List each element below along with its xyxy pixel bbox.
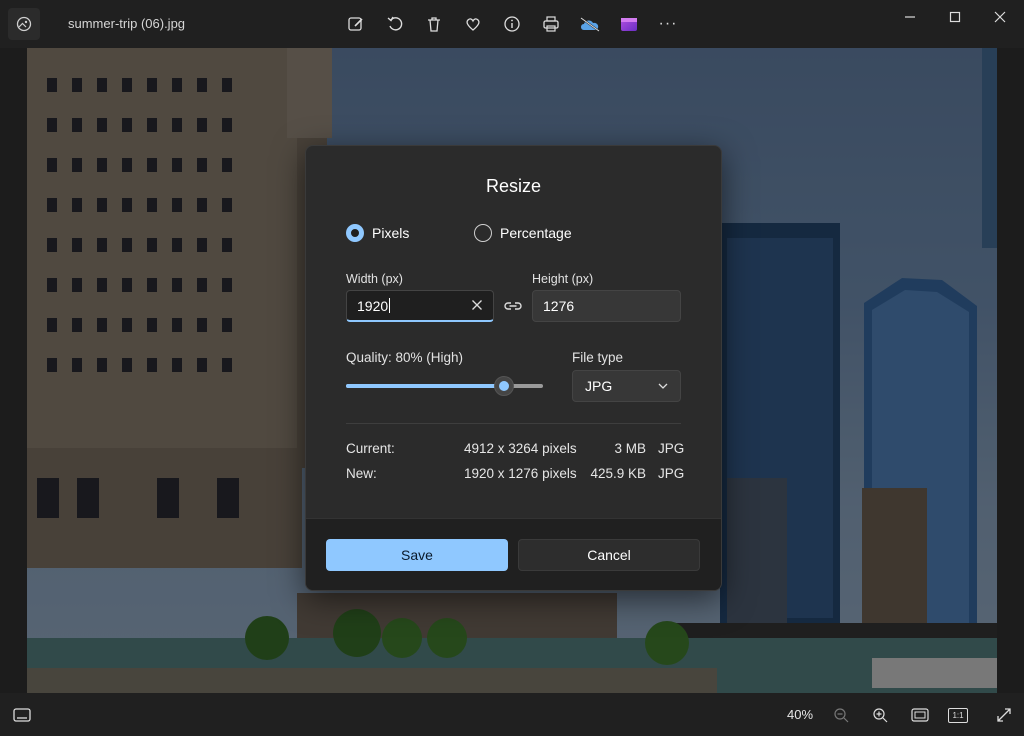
- height-value: 1276: [543, 298, 575, 314]
- window-title: summer-trip (06).jpg: [68, 16, 186, 31]
- toolbar: ···: [342, 10, 682, 38]
- quality-label: Quality: 80% (High): [346, 350, 464, 365]
- radio-pixels[interactable]: Pixels: [346, 224, 409, 242]
- new-type: JPG: [658, 466, 685, 481]
- photos-app-icon: [8, 8, 40, 40]
- info-icon[interactable]: [498, 10, 526, 38]
- actual-size-label: 1:1: [948, 707, 968, 723]
- cancel-button[interactable]: Cancel: [518, 539, 700, 571]
- maximize-button[interactable]: [938, 6, 972, 28]
- print-icon[interactable]: [537, 10, 565, 38]
- more-label: ···: [658, 15, 678, 32]
- new-label: New:: [346, 466, 377, 481]
- zoom-out-icon[interactable]: [828, 702, 854, 728]
- quality-slider-thumb[interactable]: [494, 376, 514, 396]
- resize-dialog: Resize Pixels Percentage Width (px) Heig…: [305, 145, 722, 591]
- radio-percentage[interactable]: Percentage: [474, 224, 572, 242]
- width-label: Width (px): [346, 272, 403, 286]
- height-label: Height (px): [532, 272, 594, 286]
- more-icon[interactable]: ···: [654, 10, 682, 38]
- width-input[interactable]: 1920: [346, 290, 494, 322]
- clipchamp-icon[interactable]: [615, 10, 643, 38]
- edit-icon[interactable]: [342, 10, 370, 38]
- current-size: 3 MB: [614, 441, 646, 456]
- save-button[interactable]: Save: [326, 539, 508, 571]
- dialog-footer: Save Cancel: [306, 518, 721, 590]
- dialog-title: Resize: [485, 176, 542, 196]
- radio-pixels-indicator[interactable]: [346, 224, 364, 242]
- close-button[interactable]: [983, 6, 1017, 28]
- new-dimensions: 1920 x 1276 pixels: [464, 466, 577, 481]
- onedrive-icon[interactable]: [576, 10, 604, 38]
- rotate-icon[interactable]: [381, 10, 409, 38]
- width-value: 1920: [357, 298, 389, 314]
- file-type-value: JPG: [585, 378, 613, 394]
- fullscreen-icon[interactable]: [991, 702, 1017, 728]
- current-type: JPG: [658, 441, 685, 456]
- file-type-dropdown[interactable]: JPG: [572, 370, 681, 402]
- radio-pixels-label: Pixels: [372, 225, 410, 241]
- new-size: 425.9 KB: [590, 466, 646, 481]
- fit-to-window-icon[interactable]: [907, 702, 933, 728]
- divider: [346, 423, 681, 424]
- file-type-label: File type: [572, 350, 624, 365]
- chevron-down-icon: [658, 383, 668, 389]
- radio-percentage-label: Percentage: [500, 225, 572, 241]
- quality-slider[interactable]: [346, 376, 543, 396]
- zoom-in-icon[interactable]: [867, 702, 893, 728]
- title-bar: summer-trip (06).jpg ···: [0, 0, 1024, 48]
- height-input[interactable]: 1276: [532, 290, 681, 322]
- favorite-icon[interactable]: [459, 10, 487, 38]
- actual-size-button[interactable]: 1:1: [945, 702, 971, 728]
- bottom-bar: 40% 1:1: [0, 693, 1024, 736]
- quality-slider-fill: [346, 384, 504, 388]
- link-aspect-ratio-icon[interactable]: [503, 299, 523, 313]
- minimize-button[interactable]: [893, 6, 927, 28]
- clear-icon[interactable]: [469, 297, 485, 313]
- zoom-level: 40%: [787, 707, 814, 722]
- radio-percentage-indicator[interactable]: [474, 224, 492, 242]
- current-dimensions: 4912 x 3264 pixels: [464, 441, 577, 456]
- delete-icon[interactable]: [420, 10, 448, 38]
- current-label: Current:: [346, 441, 395, 456]
- filmstrip-icon[interactable]: [9, 702, 35, 728]
